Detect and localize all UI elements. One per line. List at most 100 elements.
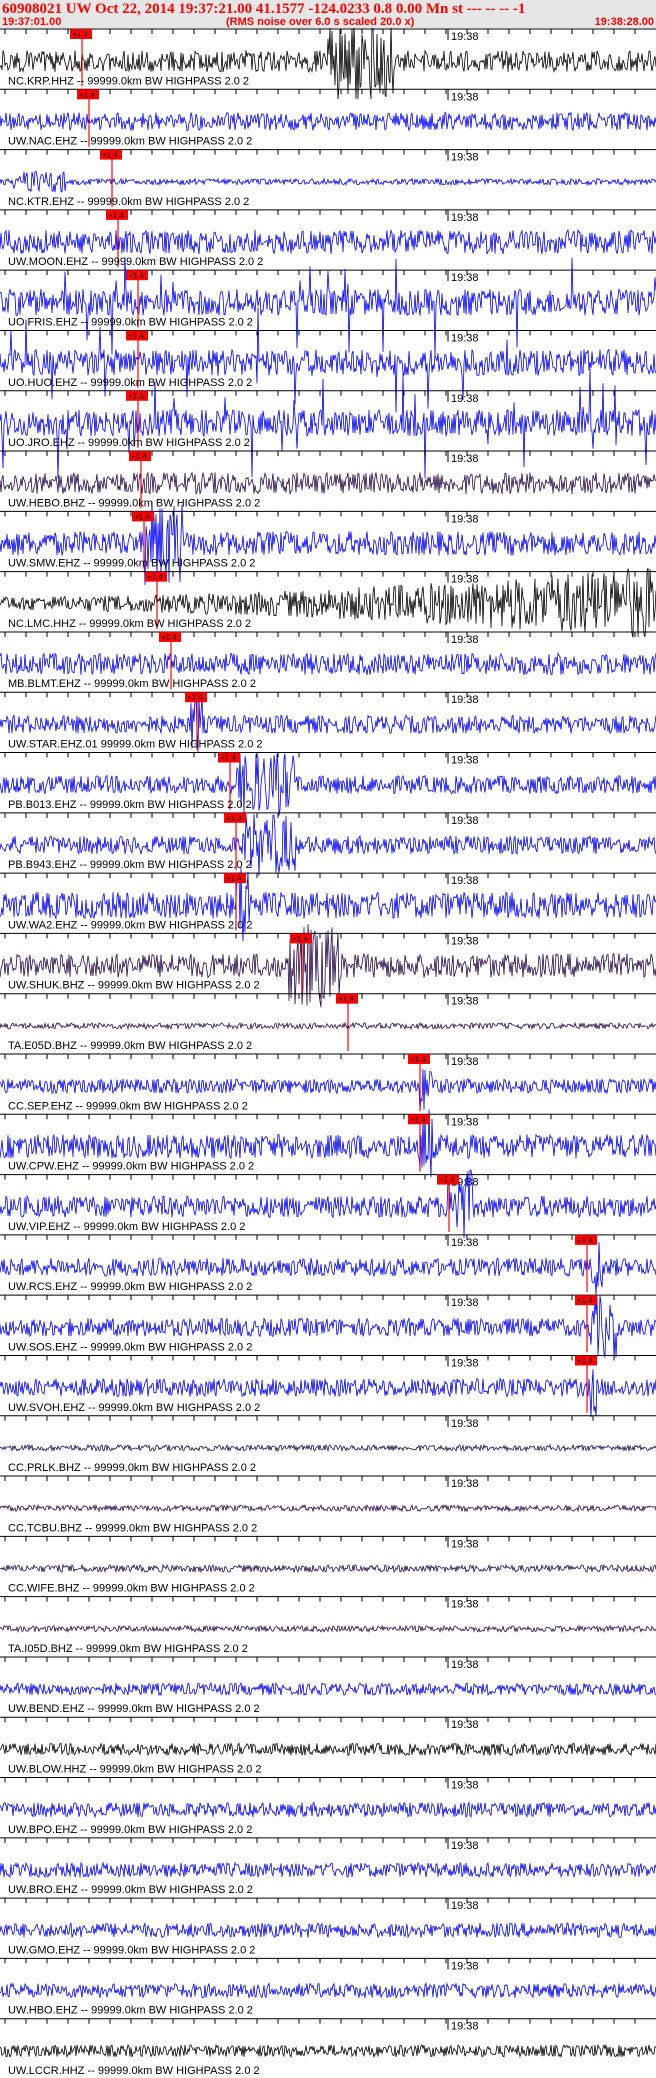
trace-row: 19:38 UW.BLOW.HHZ -- 99999.0km BW HIGHPAS… (0, 1716, 656, 1776)
time-ticks (4, 1656, 636, 1662)
pick-label: +1.4 (577, 1236, 593, 1245)
minute-label: 19:38 (451, 453, 479, 465)
trace-panel: 19:38 +1.4 NC.KRP.HHZ -- 99999.0km BW HIGH… (0, 28, 656, 2077)
waveform (0, 501, 656, 586)
time-ticks (4, 89, 636, 95)
waveform (0, 1563, 656, 1574)
station-label: PB.B943.EHZ -- 99999.0km BW HIGHPASS 2.0… (8, 859, 252, 871)
station-label: TA.I05D.BHZ -- 99999.0km BW HIGHPASS 2.0… (8, 1643, 248, 1655)
time-ticks (4, 1536, 636, 1542)
trace-row: 19:38 UW.BPO.EHZ -- 99999.0km BW HIGHPASS… (0, 1777, 656, 1836)
waveform (0, 924, 656, 1008)
minute-label: 19:38 (451, 694, 479, 706)
pick-label: +1.4 (187, 693, 203, 702)
waveform (0, 2043, 656, 2059)
station-label: UW.RCS.EHZ -- 99999.0km BW HIGHPASS 2.0 … (8, 1281, 252, 1293)
station-label: UW.VIP.EHZ -- 99999.0km BW HIGHPASS 2.0 … (8, 1221, 245, 1233)
waveform (0, 1982, 656, 2000)
trace-row: 19:38 TA.I05D.BHZ -- 99999.0km BW HIGHPAS… (0, 1596, 656, 1655)
station-label: PB.B013.EHZ -- 99999.0km BW HIGHPASS 2.0… (8, 799, 252, 811)
trace-row: 19:38 CC.WIFE.BHZ -- 99999.0km BW HIGHPAS… (0, 1535, 656, 1595)
station-label: CC.PRLK.BHZ -- 99999.0km BW HIGHPASS 2.0… (8, 1462, 256, 1474)
station-label: CC.WIFE.BHZ -- 99999.0km BW HIGHPASS 2.0… (8, 1583, 255, 1595)
time-ticks (4, 933, 636, 939)
minute-label: 19:38 (451, 332, 479, 344)
pick-label: +1.4 (226, 814, 242, 823)
waveform (0, 228, 656, 255)
pick-marker: +1.4 (575, 1234, 597, 1293)
minute-label: 19:38 (451, 513, 479, 525)
trace-row: 19:38 +1.4 NC.LMC.HHZ -- 99999.0km BW HIGH… (0, 567, 656, 638)
trace-row: 19:38 UW.HBO.EHZ -- 99999.0km BW HIGHPASS… (0, 1957, 656, 2017)
pick-label: +1.4 (128, 271, 144, 280)
time-ticks (4, 451, 636, 457)
pick-label: +1.4 (134, 512, 150, 521)
trace-row: 19:38+1.4UW.VIP.EHZ -- 99999.0km BW HIGH… (0, 1169, 656, 1239)
trace-row: 19:38 +1.4 PB.B943.EHZ -- 99999.0km BW HIG… (0, 812, 656, 876)
station-label: UO.HUO.EHZ -- 99999.0km BW HIGHPASS 2.0 … (8, 377, 252, 389)
station-label: UW.SVOH.EHZ -- 99999.0km BW HIGHPASS 2.0… (8, 1402, 260, 1414)
pick-label: +1.4 (161, 633, 177, 642)
station-label: UW.BPO.EHZ -- 99999.0km BW HIGHPASS 2.0 … (8, 1824, 252, 1836)
station-label: UW.BRO.EHZ -- 99999.0km BW HIGHPASS 2.0 … (8, 1884, 253, 1896)
trace-row: 19:38 +1.4 UW.SVOH.EHZ -- 99999.0km BW HIG… (0, 1354, 656, 1418)
station-label: UW.LCCR.HHZ -- 99999.0km BW HIGHPASS 2.0… (8, 2065, 260, 2077)
trace-row: 19:38 +1.4 UW.STAR.EHZ.01 99999.0km BW HIG… (0, 691, 656, 753)
waveform (0, 28, 656, 100)
trace-row: 19:38 +1.4 UW.WA2.EHZ -- 99999.0km BW HIGH… (0, 867, 656, 942)
station-label: UW.BLOW.HHZ -- 99999.0km BW HIGHPASS 2.0… (8, 1764, 261, 1776)
time-ticks (4, 1898, 636, 1904)
time-ticks (4, 1958, 636, 1964)
time-ticks (4, 1777, 636, 1783)
time-ticks (4, 1415, 636, 1421)
minute-label: 19:38 (451, 393, 479, 405)
pick-label: +1.4 (147, 573, 163, 582)
station-label: UW.HEBO.BHZ -- 99999.0km BW HIGHPASS 2.0… (8, 497, 260, 509)
trace-row: 19:38 +1.4 UW.SOS.EHZ -- 99999.0km BW HIGH… (0, 1294, 656, 1359)
time-ticks (4, 1234, 636, 1240)
trace-row: 19:38 CC.PRLK.BHZ -- 99999.0km BW HIGHPAS… (0, 1415, 656, 1474)
minute-label: 19:38 (451, 1478, 479, 1490)
station-label: TA.E05D.BHZ -- 99999.0km BW HIGHPASS 2.0… (8, 1040, 252, 1052)
waveform (0, 257, 656, 357)
minute-label: 19:38 (451, 152, 479, 164)
station-label: MB.BLMT.EHZ -- 99999.0km BW HIGHPASS 2.0… (8, 678, 256, 690)
minute-label: 19:38 (451, 1719, 479, 1731)
trace-row: 19:38 +1.4 NC.KTR.EHZ -- 99999.0km BW HIGH… (0, 149, 656, 208)
minute-label: 19:38 (451, 1297, 479, 1309)
station-label: UW.GMO.EHZ -- 99999.0km BW HIGHPASS 2.0 … (8, 1944, 255, 1956)
trace-row: 19:38 +1.4 PB.B013.EHZ -- 99999.0km BW HIG… (0, 752, 656, 816)
pick-label: +1.4 (577, 1296, 593, 1305)
trace-row: 19:38 CC.TCBU.BHZ -- 99999.0km BW HIGHPAS… (0, 1475, 656, 1534)
station-label: UW.CPW.EHZ -- 99999.0km BW HIGHPASS 2.0 … (8, 1161, 254, 1173)
pick-label: +1.4 (338, 995, 354, 1004)
waveform (0, 170, 656, 193)
waveform (0, 1681, 656, 1697)
station-label: NC.KRP.HHZ -- 99999.0km BW HIGHPASS 2.0 … (8, 75, 249, 87)
time-ticks (4, 1295, 636, 1301)
minute-label: 19:38 (451, 91, 479, 103)
waveform (0, 1742, 656, 1757)
trace-row: 19:38 UW.BRO.EHZ -- 99999.0km BW HIGHPASS… (0, 1837, 656, 1896)
station-label: UW.WA2.EHZ -- 99999.0km BW HIGHPASS 2.0 … (8, 919, 253, 931)
time-ticks (4, 692, 636, 698)
pick-label: +1.4 (72, 30, 88, 39)
time-ticks (4, 873, 636, 879)
minute-label: 19:38 (451, 1357, 479, 1369)
seismogram-page: 60908021 UW Oct 22, 2014 19:37:21.00 41.… (0, 0, 656, 2078)
header-bar: 60908021 UW Oct 22, 2014 19:37:21.00 41.… (0, 0, 656, 28)
trace-row: 19:38 +1.4 UW.SHUK.BHZ -- 99999.0km BW HIG… (0, 924, 656, 1008)
trace-row: 19:38 +1.4 UW.RCS.EHZ -- 99999.0km BW HIGH… (0, 1234, 656, 1295)
minute-label: 19:38 (451, 1960, 479, 1972)
pick-label: +1.4 (128, 331, 144, 340)
minute-label: 19:38 (451, 1237, 479, 1249)
pick-marker: +1.4 (336, 993, 358, 1051)
station-label: UO.FRIS.EHZ -- 99999.0km BW HIGHPASS 2.0… (8, 316, 253, 328)
minute-label: 19:38 (451, 1780, 479, 1792)
station-label: UW.BEND.EHZ -- 99999.0km BW HIGHPASS 2.0… (8, 1703, 260, 1715)
start-time: 19:37:01.00 (2, 16, 62, 28)
waveform (0, 111, 656, 132)
station-label: UW.HBO.EHZ -- 99999.0km BW HIGHPASS 2.0 … (8, 2005, 253, 2017)
waveform (0, 1021, 656, 1031)
time-ticks (4, 1837, 636, 1843)
